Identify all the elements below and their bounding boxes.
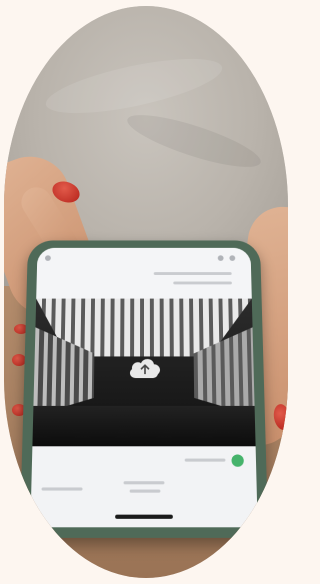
phone-screen	[30, 247, 258, 528]
cloud-upload-icon[interactable]	[128, 354, 162, 380]
text-line	[123, 481, 165, 485]
hallway-photo	[32, 298, 256, 447]
text-line	[41, 487, 83, 491]
status-indicator	[229, 255, 236, 261]
status-indicator	[217, 255, 224, 261]
smartphone	[19, 240, 269, 538]
text-line	[153, 272, 232, 275]
status-indicator	[44, 255, 51, 261]
home-indicator	[115, 514, 173, 519]
fabric-fold	[122, 105, 266, 177]
fabric-fold	[41, 47, 227, 125]
bottom-sheet	[30, 446, 258, 528]
photo-stage	[0, 0, 292, 584]
text-line	[184, 458, 226, 462]
text-line	[173, 281, 232, 285]
text-line	[129, 489, 161, 493]
action-dot[interactable]	[231, 454, 244, 467]
floor	[32, 405, 256, 447]
app-header	[36, 247, 252, 299]
image-frame	[4, 6, 288, 578]
